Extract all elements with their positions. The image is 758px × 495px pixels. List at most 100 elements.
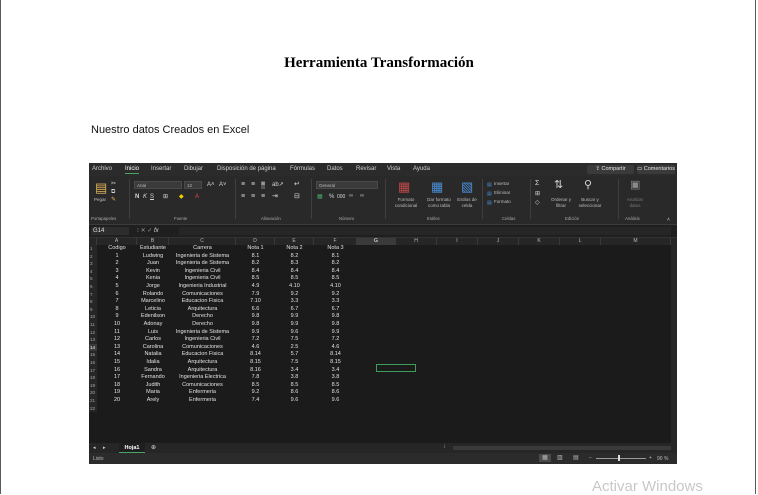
table-cell[interactable]: 8.4 xyxy=(236,268,275,276)
table-cell[interactable]: 7.4 xyxy=(236,397,275,405)
tab-split-icon[interactable]: ⁝ xyxy=(444,444,446,450)
vertical-scrollbar[interactable] xyxy=(671,238,677,443)
table-cell[interactable]: 8.1 xyxy=(236,253,275,261)
cut-icon[interactable]: ✂ xyxy=(111,180,116,188)
column-header-k[interactable]: K xyxy=(519,238,560,245)
comments-button[interactable]: ▭ Comentarios xyxy=(637,165,675,174)
delete-cells-icon[interactable]: ▤ xyxy=(487,190,492,198)
row-header[interactable]: 19 xyxy=(89,381,97,390)
table-cell[interactable]: Educacion Fisica xyxy=(169,298,236,306)
row-header[interactable]: 10 xyxy=(89,313,97,321)
add-sheet-icon[interactable]: ⊕ xyxy=(151,444,156,451)
table-cell[interactable]: Carolina xyxy=(137,344,169,352)
table-cell[interactable]: Ingenieria Electrica xyxy=(169,374,236,382)
table-cell[interactable]: 2 xyxy=(97,260,137,268)
italic-icon[interactable]: K xyxy=(143,193,147,201)
table-cell[interactable]: 9.8 xyxy=(314,313,357,321)
row-header[interactable]: 1 xyxy=(89,245,97,253)
table-cell[interactable]: Carlos xyxy=(137,336,169,344)
table-cell[interactable]: Arely xyxy=(137,397,169,405)
align-bottom-icon[interactable]: ≡ xyxy=(261,181,266,189)
table-cell[interactable]: 3.3 xyxy=(314,298,357,306)
indent-icon[interactable]: ⇥ xyxy=(272,193,278,201)
format-cells-icon[interactable]: ▤ xyxy=(487,199,492,207)
table-cell[interactable]: 9.6 xyxy=(275,329,314,337)
font-shrink-icon[interactable]: A˅ xyxy=(219,181,227,189)
paste-icon[interactable]: ▤ xyxy=(95,181,107,194)
table-cell[interactable]: 8.5 xyxy=(275,275,314,283)
column-header-h[interactable]: H xyxy=(396,238,437,245)
table-cell[interactable]: Jorge xyxy=(137,283,169,291)
table-cell[interactable]: Marcelino xyxy=(137,298,169,306)
row-header[interactable]: 4 xyxy=(89,267,97,276)
menu-f-rmulas[interactable]: Fórmulas xyxy=(290,166,315,172)
table-cell[interactable]: 8.2 xyxy=(236,260,275,268)
table-cell[interactable]: 8.5 xyxy=(275,382,314,390)
underline-icon[interactable]: S xyxy=(150,193,154,201)
header-cell[interactable]: Carrera xyxy=(169,245,236,253)
page-layout-icon[interactable]: ▥ xyxy=(557,454,563,461)
column-header-e[interactable]: E xyxy=(275,238,314,245)
table-cell[interactable]: 9.2 xyxy=(275,291,314,299)
table-cell[interactable]: 9.2 xyxy=(314,291,357,299)
table-cell[interactable]: 8.6 xyxy=(314,389,357,397)
table-cell[interactable]: Edenilson xyxy=(137,313,169,321)
table-cell[interactable]: Enfermeria xyxy=(169,389,236,397)
merge-center-icon[interactable]: ⊟ xyxy=(294,193,300,201)
menu-insertar[interactable]: Insertar xyxy=(151,166,171,172)
column-header-d[interactable]: D xyxy=(236,238,275,245)
table-cell[interactable]: 6.7 xyxy=(275,306,314,314)
table-cell[interactable]: 9.8 xyxy=(314,321,357,329)
function-icon[interactable]: fx xyxy=(154,228,159,234)
align-left-icon[interactable]: ≡ xyxy=(241,193,245,201)
row-header[interactable]: 14 xyxy=(89,343,97,352)
table-cell[interactable]: Ingenieria Industrial xyxy=(169,283,236,291)
format-as-table-label[interactable]: Dar formato como tabla xyxy=(423,197,455,208)
table-cell[interactable]: 6 xyxy=(97,291,137,299)
insert-cells-icon[interactable]: ▤ xyxy=(487,181,492,189)
font-name-select[interactable]: Arial xyxy=(134,181,182,189)
zoom-in-icon[interactable]: + xyxy=(649,455,652,461)
insert-cells-label[interactable]: Insertar xyxy=(494,181,509,186)
table-cell[interactable]: 8.2 xyxy=(275,253,314,261)
analyze-data-label[interactable]: Analizar datos xyxy=(623,197,647,208)
table-cell[interactable]: 15 xyxy=(97,359,137,367)
table-cell[interactable]: 18 xyxy=(97,382,137,390)
table-cell[interactable]: Arquitectura xyxy=(169,367,236,375)
format-as-table-icon[interactable]: ▦ xyxy=(431,180,443,193)
row-header[interactable]: 7 xyxy=(89,290,97,299)
table-cell[interactable]: Kevin xyxy=(137,268,169,276)
enter-icon[interactable]: ✓ xyxy=(147,228,154,234)
table-cell[interactable]: 10 xyxy=(97,321,137,329)
table-cell[interactable]: Ingenieria Civil xyxy=(169,275,236,283)
table-cell[interactable]: Ingenieria de Sistema xyxy=(169,253,236,261)
zoom-slider[interactable] xyxy=(596,458,646,459)
table-cell[interactable]: 7.9 xyxy=(236,291,275,299)
table-cell[interactable]: 9.9 xyxy=(236,329,275,337)
selected-cell[interactable] xyxy=(376,364,416,372)
table-cell[interactable]: 16 xyxy=(97,367,137,375)
table-cell[interactable]: Kenia xyxy=(137,275,169,283)
wrap-text-icon[interactable]: ↵ xyxy=(294,181,300,189)
table-cell[interactable]: 9 xyxy=(97,313,137,321)
table-cell[interactable]: 8.5 xyxy=(314,382,357,390)
menu-dibujar[interactable]: Dibujar xyxy=(184,166,203,172)
orientation-icon[interactable]: ab↗ xyxy=(272,181,284,189)
table-cell[interactable]: 9.6 xyxy=(314,397,357,405)
table-cell[interactable]: Comunicaciones xyxy=(169,382,236,390)
table-cell[interactable]: 9.9 xyxy=(275,313,314,321)
table-cell[interactable]: 8.6 xyxy=(275,389,314,397)
cell-styles-icon[interactable]: ▧ xyxy=(461,180,473,193)
horizontal-scrollbar[interactable] xyxy=(453,446,671,450)
table-cell[interactable]: 7 xyxy=(97,298,137,306)
table-cell[interactable]: 8 xyxy=(97,306,137,314)
select-all-corner[interactable] xyxy=(89,238,97,245)
table-cell[interactable]: 4.10 xyxy=(314,283,357,291)
table-cell[interactable]: 8.3 xyxy=(275,260,314,268)
percent-icon[interactable]: % xyxy=(329,193,334,201)
table-cell[interactable]: 8.15 xyxy=(236,359,275,367)
table-cell[interactable]: 8.5 xyxy=(236,275,275,283)
align-top-icon[interactable]: ≡ xyxy=(241,181,245,189)
header-cell[interactable]: Nota 1 xyxy=(236,245,275,253)
table-cell[interactable]: 8.2 xyxy=(314,260,357,268)
